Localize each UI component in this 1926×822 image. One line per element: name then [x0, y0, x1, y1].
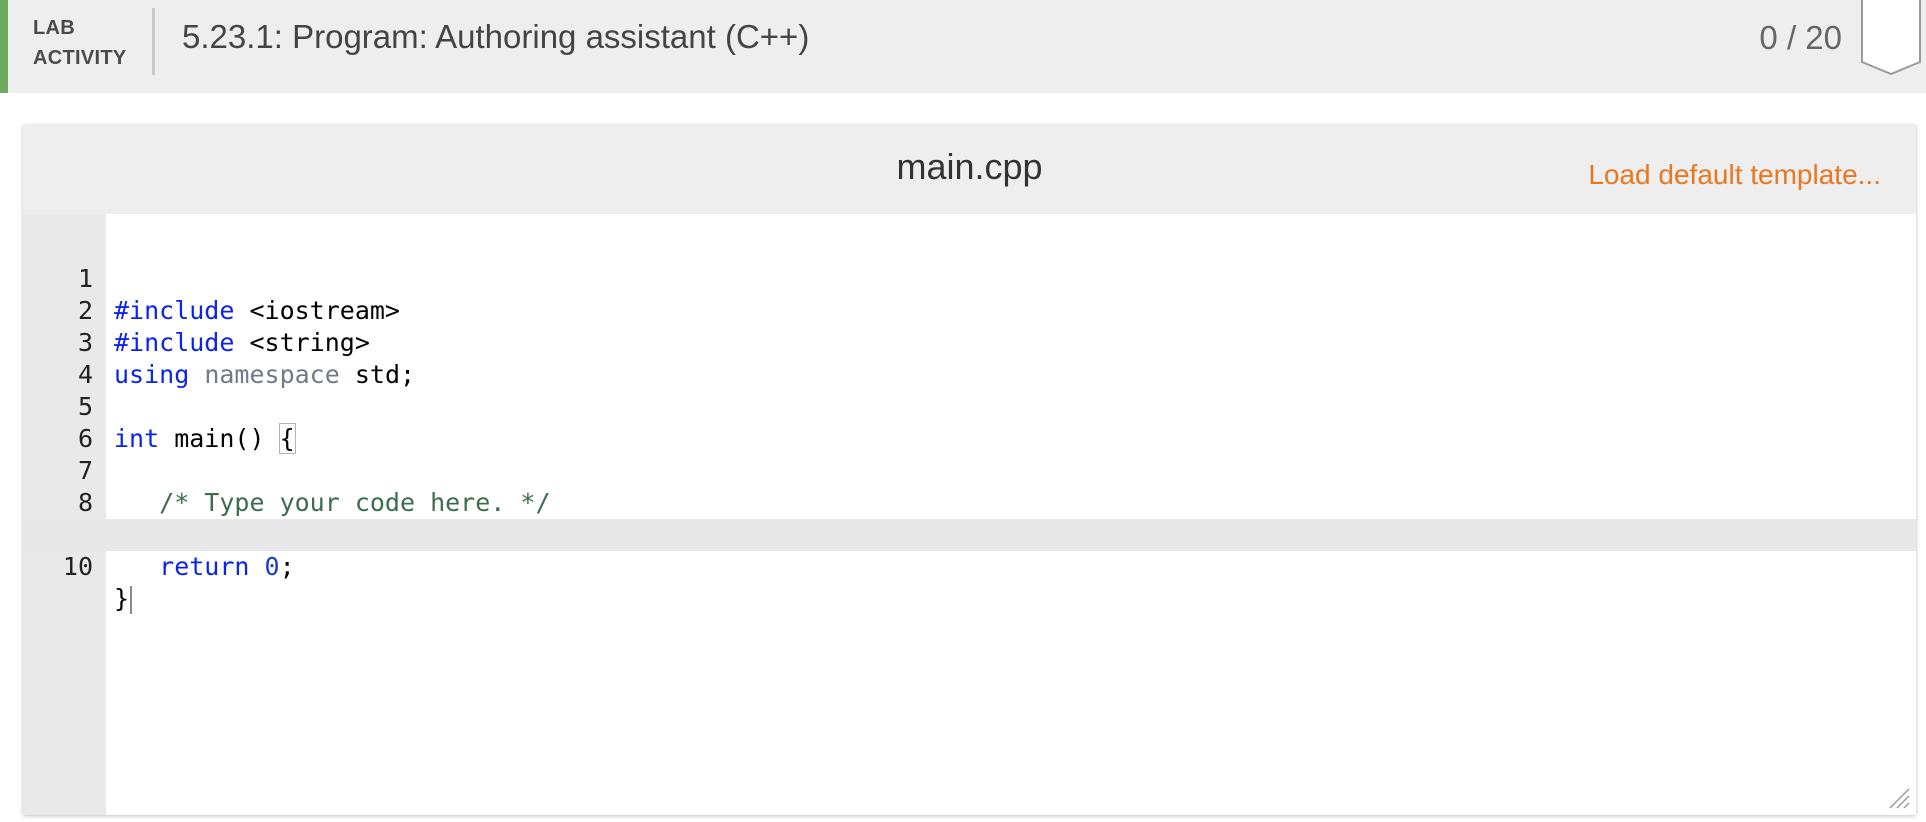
- editor-header: main.cpp Load default template...: [23, 125, 1916, 214]
- code-line-text[interactable]: return 0;: [114, 551, 295, 583]
- code-line[interactable]: 5 int main() {: [23, 359, 1916, 454]
- header-accent-bar: [0, 0, 8, 93]
- lab-label-line2: ACTIVITY: [33, 47, 127, 69]
- lab-activity-label: LAB ACTIVITY: [33, 13, 127, 73]
- code-line[interactable]: 4: [23, 327, 1916, 389]
- activity-title: 5.23.1: Program: Authoring assistant (C+…: [182, 18, 810, 55]
- line-number: 10: [62, 552, 93, 581]
- score-display: 0 / 20: [1759, 19, 1842, 56]
- lab-label-line1: LAB: [33, 17, 76, 39]
- code-line[interactable]: 3 using namespace std;: [23, 295, 1916, 389]
- code-line[interactable]: 6: [23, 391, 1916, 453]
- code-line[interactable]: 9 return 0;: [23, 487, 1916, 581]
- load-default-template-link[interactable]: Load default template...: [1588, 159, 1881, 191]
- code-line[interactable]: 7 /* Type your code here. */: [23, 423, 1916, 517]
- code-line[interactable]: 1 #include <iostream>: [23, 231, 1916, 325]
- code-line[interactable]: 2 #include <string>: [23, 263, 1916, 357]
- lab-activity-header: LAB ACTIVITY 5.23.1: Program: Authoring …: [0, 0, 1926, 93]
- code-line[interactable]: 8: [23, 455, 1916, 517]
- text-cursor: [130, 586, 133, 614]
- code-editor-panel: main.cpp Load default template... 1 #inc…: [23, 125, 1916, 815]
- ribbon-badge-icon: [1861, 0, 1921, 75]
- code-line-text[interactable]: }: [114, 583, 133, 615]
- header-divider: [152, 8, 155, 75]
- code-editor[interactable]: 1 #include <iostream> 2 #include <string…: [23, 214, 1916, 815]
- resize-handle-icon[interactable]: [1888, 787, 1910, 809]
- code-line-active[interactable]: 10 }: [23, 519, 1916, 614]
